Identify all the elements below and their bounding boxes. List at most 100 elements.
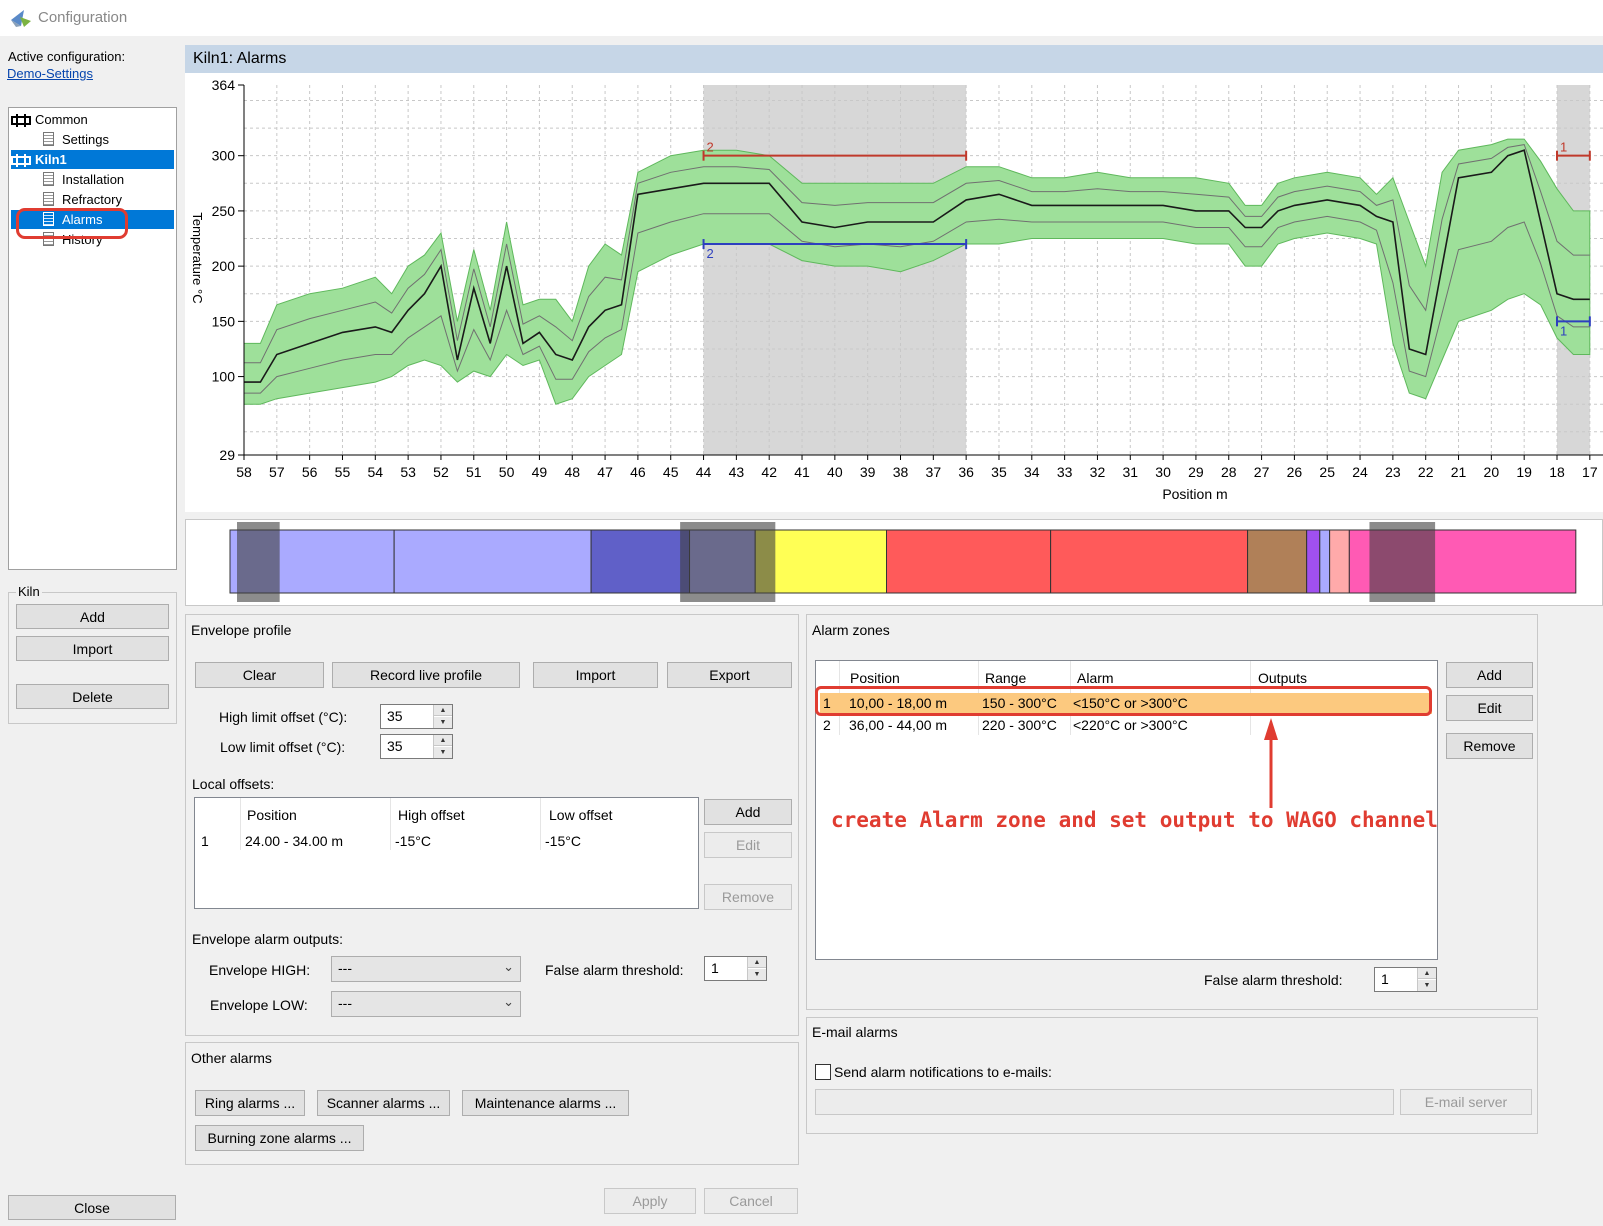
local-offsets-table[interactable]: Position High offset Low offset 1 24.00 …	[194, 797, 699, 909]
tree-item-kiln1[interactable]: Kiln1	[11, 150, 174, 169]
x-tick-label: 27	[1254, 464, 1270, 480]
envelope-false-alarm-spinner[interactable]: 1 ▲ ▼	[704, 956, 767, 981]
email-server-button[interactable]: E-mail server	[1400, 1089, 1532, 1115]
column-header[interactable]: Alarm	[1077, 670, 1114, 686]
x-tick-label: 30	[1155, 464, 1171, 480]
zone-label: 2	[707, 246, 714, 261]
y-tick-label: 300	[212, 148, 236, 164]
table-row[interactable]: 1 24.00 - 34.00 m -15°C -15°C	[195, 831, 698, 851]
email-notifications-checkbox[interactable]	[815, 1064, 831, 1080]
document-icon	[43, 172, 54, 186]
local-offsets-label: Local offsets:	[192, 776, 275, 792]
record-live-profile-button[interactable]: Record live profile	[332, 662, 520, 688]
kiln-zone-segment	[1247, 529, 1308, 594]
x-tick-label: 45	[663, 464, 679, 480]
x-tick-label: 54	[368, 464, 384, 480]
active-config-link[interactable]: Demo-Settings	[7, 66, 93, 81]
column-header[interactable]: Range	[985, 670, 1026, 686]
alarm-zone-overlay	[237, 522, 280, 602]
scanner-alarms-button[interactable]: Scanner alarms ...	[317, 1090, 450, 1116]
x-tick-label: 38	[893, 464, 909, 480]
kiln-zone-segment	[1050, 529, 1249, 594]
alarm-zones-title: Alarm zones	[810, 622, 892, 638]
spin-up-icon[interactable]: ▲	[434, 735, 452, 746]
spin-up-icon[interactable]: ▲	[1418, 968, 1436, 979]
low-limit-spinner[interactable]: 35 ▲ ▼	[380, 734, 453, 759]
column-header[interactable]: Low offset	[549, 807, 613, 823]
email-addresses-input[interactable]	[815, 1089, 1394, 1115]
row-index: 2	[823, 717, 831, 733]
kiln-zone-strip-svg	[229, 522, 1577, 602]
cancel-button[interactable]: Cancel	[704, 1188, 798, 1214]
maintenance-alarms-button[interactable]: Maintenance alarms ...	[462, 1090, 629, 1116]
local-offset-remove-button[interactable]: Remove	[704, 884, 792, 910]
x-tick-label: 57	[269, 464, 285, 480]
y-tick-label: 364	[212, 77, 236, 93]
x-tick-label: 37	[926, 464, 942, 480]
row-range: 220 - 300°C	[982, 717, 1057, 733]
x-tick-label: 55	[335, 464, 351, 480]
local-offset-add-button[interactable]: Add	[704, 799, 792, 825]
kiln-zone-strip[interactable]	[185, 519, 1603, 606]
alarm-zone-remove-button[interactable]: Remove	[1446, 733, 1533, 759]
envelope-false-alarm-label: False alarm threshold:	[545, 962, 684, 978]
email-alarms-title: E-mail alarms	[810, 1024, 900, 1040]
column-header[interactable]: Position	[247, 807, 297, 823]
x-tick-label: 23	[1385, 464, 1401, 480]
ring-alarms-button[interactable]: Ring alarms ...	[195, 1090, 305, 1116]
row-high-offset: -15°C	[395, 833, 431, 849]
x-tick-label: 22	[1418, 464, 1434, 480]
kiln-zone-segment	[1306, 529, 1321, 594]
column-header[interactable]: Position	[850, 670, 900, 686]
kiln-add-button[interactable]: Add	[16, 604, 169, 629]
kiln-group-title: Kiln	[16, 584, 42, 599]
envelope-import-button[interactable]: Import	[533, 662, 658, 688]
envelope-clear-button[interactable]: Clear	[195, 662, 324, 688]
envelope-outputs-label: Envelope alarm outputs:	[192, 931, 343, 947]
table-row[interactable]: 2 36,00 - 44,00 m 220 - 300°C <220°C or …	[820, 715, 1432, 736]
column-header[interactable]: High offset	[398, 807, 465, 823]
apply-button[interactable]: Apply	[604, 1188, 696, 1214]
x-tick-label: 48	[564, 464, 580, 480]
tree-item-installation[interactable]: Installation	[43, 170, 124, 189]
low-limit-value: 35	[387, 738, 403, 754]
alarm-zone-add-button[interactable]: Add	[1446, 662, 1533, 688]
alarm-zone-edit-button[interactable]: Edit	[1446, 695, 1533, 721]
x-tick-label: 18	[1549, 464, 1565, 480]
high-limit-spinner[interactable]: 35 ▲ ▼	[380, 704, 453, 729]
y-axis-label: Temperature °C	[190, 212, 205, 303]
kiln-import-button[interactable]: Import	[16, 636, 169, 661]
spin-down-icon[interactable]: ▼	[434, 747, 452, 758]
spin-up-icon[interactable]: ▲	[748, 957, 766, 968]
envelope-low-select[interactable]: --- ⌄	[331, 991, 521, 1017]
kiln-delete-button[interactable]: Delete	[16, 684, 169, 709]
spin-down-icon[interactable]: ▼	[434, 717, 452, 728]
local-offset-edit-button[interactable]: Edit	[704, 832, 792, 858]
column-header[interactable]: Outputs	[1258, 670, 1307, 686]
tree-item-settings[interactable]: Settings	[43, 130, 109, 149]
config-tree[interactable]: Common Settings Kiln1 Installation Refractor…	[8, 107, 177, 570]
envelope-profile-title: Envelope profile	[189, 622, 294, 638]
chevron-down-icon: ⌄	[503, 994, 514, 1009]
alarm-zones-false-alarm-spinner[interactable]: 1 ▲ ▼	[1374, 967, 1437, 992]
x-tick-label: 40	[827, 464, 843, 480]
spin-up-icon[interactable]: ▲	[434, 705, 452, 716]
burning-zone-alarms-button[interactable]: Burning zone alarms ...	[195, 1125, 364, 1151]
spin-down-icon[interactable]: ▼	[748, 969, 766, 980]
spin-down-icon[interactable]: ▼	[1418, 980, 1436, 991]
x-tick-label: 44	[696, 464, 712, 480]
envelope-high-value: ---	[338, 960, 352, 976]
temperature-chart[interactable]: 2 2 1 1 364 300 250 200 150 100 29 58 57 56 55 54 53 52 51…	[185, 73, 1603, 512]
y-tick-label: 150	[212, 313, 236, 329]
tree-item-refractory[interactable]: Refractory	[43, 190, 122, 209]
tree-item-common[interactable]: Common	[11, 110, 88, 129]
x-tick-label: 49	[532, 464, 548, 480]
row-position: 24.00 - 34.00 m	[245, 833, 344, 849]
annotation-arrow-icon	[1264, 718, 1278, 808]
envelope-export-button[interactable]: Export	[667, 662, 792, 688]
close-button[interactable]: Close	[8, 1195, 176, 1220]
x-tick-label: 36	[958, 464, 974, 480]
envelope-high-select[interactable]: --- ⌄	[331, 956, 521, 982]
tree-item-label: Kiln1	[35, 152, 67, 167]
alarms-highlight-ring	[16, 208, 128, 239]
